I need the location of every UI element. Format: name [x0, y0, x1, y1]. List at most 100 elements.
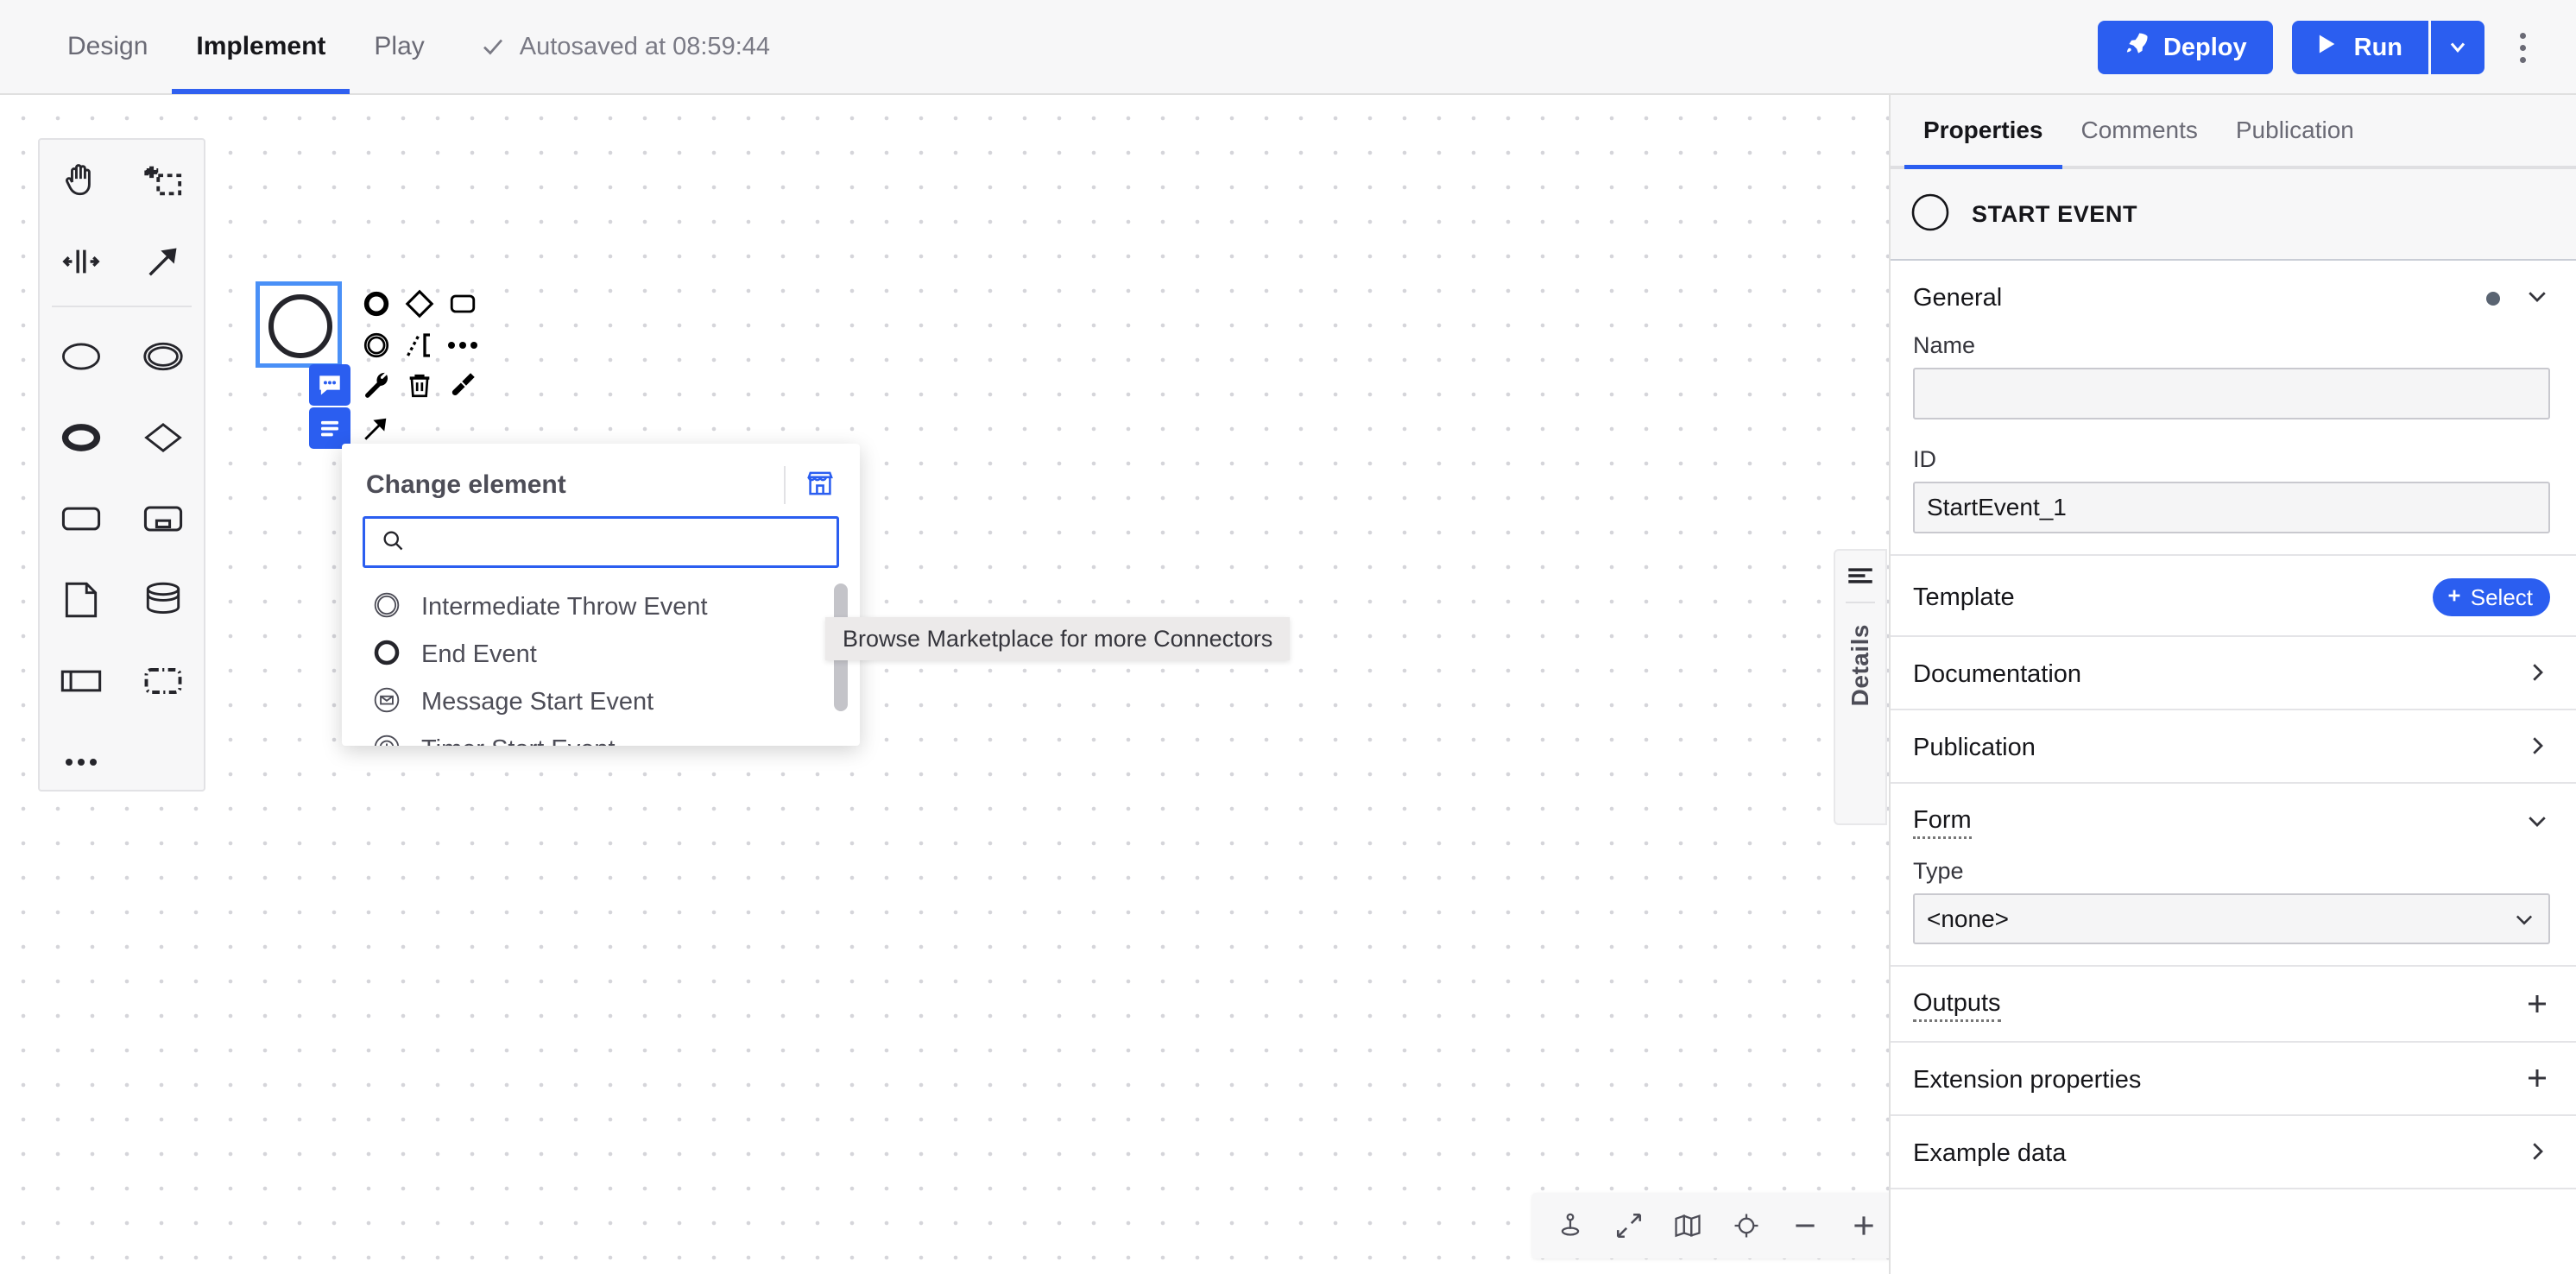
group-general-header[interactable]: General: [1891, 261, 2576, 332]
append-more-icon[interactable]: [442, 325, 483, 366]
group-documentation: Documentation: [1891, 637, 2576, 710]
group-form-header[interactable]: Form: [1891, 784, 2576, 858]
list-item-intermediate-throw-event[interactable]: Intermediate Throw Event: [342, 583, 860, 631]
tooltip-text: Browse Marketplace for more Connectors: [843, 625, 1273, 652]
delete-icon[interactable]: [399, 364, 440, 406]
hand-tool-icon[interactable]: [40, 140, 122, 221]
end-event-icon[interactable]: [40, 397, 122, 478]
form-type-select[interactable]: <none> Camunda Form Camunda Form (linked…: [1913, 893, 2550, 944]
connect-icon[interactable]: [356, 407, 397, 449]
marketplace-store-icon[interactable]: [805, 468, 836, 503]
start-event-icon[interactable]: [40, 316, 122, 397]
change-element-list[interactable]: Intermediate Throw Event End Event Messa…: [342, 568, 860, 746]
list-icon[interactable]: [309, 407, 350, 449]
deploy-label: Deploy: [2162, 33, 2247, 61]
tab-design-label: Design: [67, 32, 148, 60]
properties-panel-header: START EVENT: [1891, 169, 2576, 261]
marketplace-tooltip: Browse Marketplace for more Connectors: [825, 617, 1291, 660]
subprocess-icon[interactable]: [122, 478, 204, 559]
change-element-title: Change element: [366, 470, 566, 499]
group-publication: Publication: [1891, 710, 2576, 784]
tab-play[interactable]: Play: [350, 0, 448, 94]
data-store-icon[interactable]: [122, 559, 204, 640]
chevron-down-icon[interactable]: [2524, 283, 2550, 313]
plus-icon[interactable]: [2524, 991, 2550, 1021]
group-template: Template Select: [1891, 556, 2576, 637]
group-publication-title: Publication: [1913, 734, 2036, 761]
task-icon[interactable]: [40, 478, 122, 559]
list-item-label: Message Start Event: [421, 688, 654, 716]
tab-properties[interactable]: Properties: [1904, 95, 2062, 169]
id-field[interactable]: [1913, 482, 2550, 533]
participant-icon[interactable]: [40, 640, 122, 722]
zoom-in-icon[interactable]: [1838, 1199, 1889, 1252]
search-icon: [381, 528, 405, 557]
group-extension-properties-header[interactable]: Extension properties: [1891, 1043, 2576, 1114]
list-item-label: Intermediate Throw Event: [421, 593, 708, 621]
run-button[interactable]: Run: [2291, 21, 2428, 74]
data-object-icon[interactable]: [40, 559, 122, 640]
change-element-header-actions: [784, 466, 836, 504]
chevron-down-icon[interactable]: [2524, 808, 2550, 838]
chevron-right-icon[interactable]: [2524, 659, 2550, 690]
group-documentation-title: Documentation: [1913, 660, 2082, 688]
tab-comments[interactable]: Comments: [2062, 95, 2217, 166]
more-icon[interactable]: [40, 722, 122, 803]
tab-design[interactable]: Design: [43, 0, 172, 94]
lasso-tool-icon[interactable]: [122, 140, 204, 221]
details-tab-divider: [1846, 602, 1875, 603]
list-item-timer-start-event[interactable]: Timer Start Event: [342, 726, 860, 746]
tab-publication[interactable]: Publication: [2217, 95, 2373, 166]
list-item-label: Timer Start Event: [421, 735, 616, 746]
tab-implement[interactable]: Implement: [172, 0, 350, 94]
group-form: Form Type <none> Camunda Form Camunda Fo…: [1891, 784, 2576, 967]
chevron-down-icon: [2446, 35, 2470, 61]
append-end-event-icon[interactable]: [356, 283, 397, 325]
details-side-tab[interactable]: Details: [1834, 549, 1887, 825]
space-tool-icon[interactable]: [40, 221, 122, 302]
run-options-button[interactable]: [2431, 21, 2484, 74]
tab-play-label: Play: [374, 32, 425, 60]
list-item-end-event[interactable]: End Event: [342, 631, 860, 678]
chevron-right-icon[interactable]: [2524, 1138, 2550, 1169]
bpmn-canvas[interactable]: Change element Intermediate Throw Event …: [0, 95, 1889, 1274]
append-text-annotation-icon[interactable]: [399, 325, 440, 366]
search-box[interactable]: [363, 516, 839, 568]
intermediate-throw-event-icon: [373, 591, 401, 623]
group-documentation-header[interactable]: Documentation: [1891, 637, 2576, 709]
group-template-header[interactable]: Template Select: [1891, 556, 2576, 635]
group-outputs-header[interactable]: Outputs: [1891, 967, 2576, 1041]
group-form-body: Type <none> Camunda Form Camunda Form (l…: [1891, 858, 2576, 965]
group-icon[interactable]: [122, 640, 204, 722]
list-item-message-start-event[interactable]: Message Start Event: [342, 678, 860, 726]
menu-lines-icon: [1846, 566, 1875, 590]
plus-icon[interactable]: [2524, 1065, 2550, 1095]
kebab-dot: [2519, 56, 2526, 63]
more-vertical-icon[interactable]: [2503, 21, 2541, 74]
chevron-right-icon[interactable]: [2524, 733, 2550, 763]
append-intermediate-event-icon[interactable]: [356, 325, 397, 366]
reset-zoom-icon[interactable]: [1720, 1199, 1772, 1252]
deploy-button[interactable]: Deploy: [2097, 21, 2273, 74]
selected-start-event[interactable]: [256, 281, 342, 368]
top-bar-actions: Deploy Run: [2097, 0, 2541, 95]
comment-icon[interactable]: [309, 364, 350, 406]
expand-icon[interactable]: [1603, 1199, 1655, 1252]
group-example-data-title: Example data: [1913, 1139, 2067, 1167]
append-gateway-icon[interactable]: [399, 283, 440, 325]
append-task-icon[interactable]: [442, 283, 483, 325]
minimap-icon[interactable]: [1662, 1199, 1714, 1252]
gateway-icon[interactable]: [122, 397, 204, 478]
paint-icon[interactable]: [442, 364, 483, 406]
group-example-data-header[interactable]: Example data: [1891, 1116, 2576, 1188]
zoom-out-icon[interactable]: [1779, 1199, 1831, 1252]
kebab-dot: [2519, 32, 2526, 39]
wrench-icon[interactable]: [356, 364, 397, 406]
global-connect-tool-icon[interactable]: [122, 221, 204, 302]
select-template-button[interactable]: Select: [2432, 578, 2550, 616]
search-input[interactable]: [417, 528, 821, 556]
group-publication-header[interactable]: Publication: [1891, 710, 2576, 782]
intermediate-event-icon[interactable]: [122, 316, 204, 397]
pin-icon[interactable]: [1544, 1199, 1596, 1252]
name-field[interactable]: [1913, 368, 2550, 419]
